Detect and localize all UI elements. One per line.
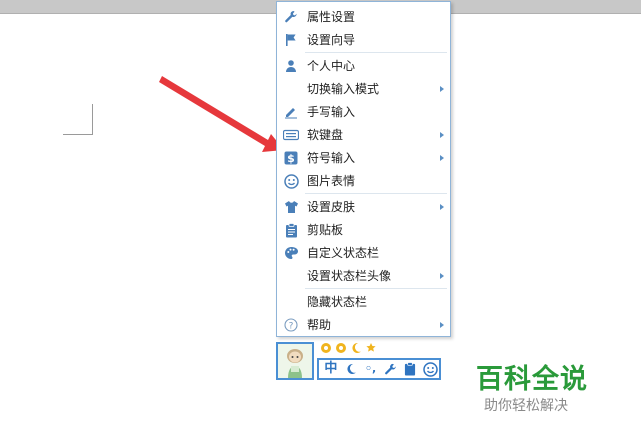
star-icon[interactable] xyxy=(365,342,377,354)
watermark-title: 百科全说 xyxy=(476,364,588,395)
submenu-arrow-icon xyxy=(440,273,444,279)
menu-item-label: 帮助 xyxy=(307,318,332,332)
svg-text:?: ? xyxy=(289,322,294,332)
menu-item-custom-status-bar[interactable]: 自定义状态栏 xyxy=(277,242,450,264)
menu-item-label: 符号输入 xyxy=(307,151,356,165)
half-full-width-toggle[interactable] xyxy=(342,360,360,378)
emoji-button[interactable] xyxy=(421,360,439,378)
moon-icon xyxy=(347,363,356,374)
watermark-logo: 百科全说 助你轻松解决 xyxy=(474,357,614,423)
menu-item-help[interactable]: ? 帮助 xyxy=(277,314,450,336)
menu-item-picture-emoji[interactable]: 图片表情 xyxy=(277,170,450,192)
menu-item-symbol-input[interactable]: $ 符号输入 xyxy=(277,147,450,169)
watermark-subtitle: 助你轻松解决 xyxy=(484,398,568,414)
menu-separator xyxy=(305,193,447,194)
menu-item-status-bar-avatar[interactable]: 设置状态栏头像 xyxy=(277,265,450,287)
clipboard-button[interactable] xyxy=(401,360,419,378)
menu-item-setup-wizard[interactable]: 设置向导 xyxy=(277,29,450,51)
pencil-icon xyxy=(283,104,299,120)
flag-icon xyxy=(283,32,299,48)
punctuation-toggle[interactable]: ◦, xyxy=(362,360,380,378)
menu-separator xyxy=(305,52,447,53)
menu-item-set-skin[interactable]: 设置皮肤 xyxy=(277,196,450,218)
smiley-icon xyxy=(422,361,438,377)
menu-item-label: 设置状态栏头像 xyxy=(307,269,392,283)
help-icon: ? xyxy=(283,317,299,333)
submenu-arrow-icon xyxy=(440,322,444,328)
input-mode-label: 中 xyxy=(324,361,338,376)
menu-item-label: 图片表情 xyxy=(307,174,356,188)
menu-item-properties[interactable]: 属性设置 xyxy=(277,6,450,28)
palette-icon xyxy=(283,245,299,261)
menu-item-label: 个人中心 xyxy=(307,59,356,73)
menu-item-personal-center[interactable]: 个人中心 xyxy=(277,55,450,77)
menu-item-label: 软键盘 xyxy=(307,128,344,142)
submenu-arrow-icon xyxy=(440,86,444,92)
wrench-icon xyxy=(283,9,299,25)
settings-button[interactable] xyxy=(381,360,399,378)
menu-item-label: 设置皮肤 xyxy=(307,200,356,214)
menu-separator xyxy=(305,288,447,289)
menu-item-label: 手写输入 xyxy=(307,105,356,119)
dollar-icon: $ xyxy=(283,150,299,166)
status-bar-toolbar: 中 ◦, xyxy=(317,358,441,380)
keyboard-icon xyxy=(283,127,299,143)
ime-context-menu: 属性设置 设置向导 个人中心 切换输入模式 手写输入 软键盘 $ 符号输入 图片… xyxy=(276,1,451,337)
menu-item-label: 自定义状态栏 xyxy=(307,246,380,260)
person-icon xyxy=(283,58,299,74)
gear-flower-icon[interactable] xyxy=(335,342,347,354)
clipboard-icon xyxy=(405,362,416,376)
menu-item-label: 切换输入模式 xyxy=(307,82,380,96)
menu-item-label: 剪贴板 xyxy=(307,223,344,237)
menu-item-label: 设置向导 xyxy=(307,33,356,47)
wrench-icon xyxy=(384,363,396,374)
smiley-icon xyxy=(283,173,299,189)
status-bar-avatar[interactable] xyxy=(276,342,314,380)
menu-item-clipboard[interactable]: 剪贴板 xyxy=(277,219,450,241)
input-mode-toggle[interactable]: 中 xyxy=(322,360,340,378)
page-corner-mark xyxy=(63,104,93,135)
menu-item-label: 属性设置 xyxy=(307,10,356,24)
punctuation-label: ◦, xyxy=(364,362,377,375)
ime-status-bar: 中 ◦, xyxy=(276,340,444,384)
skin-indicator-row xyxy=(320,342,377,356)
gear-flower-icon[interactable] xyxy=(320,342,332,354)
shirt-icon xyxy=(283,199,299,215)
svg-text:$: $ xyxy=(287,152,295,165)
menu-item-label: 隐藏状态栏 xyxy=(307,295,368,309)
menu-item-handwriting[interactable]: 手写输入 xyxy=(277,101,450,123)
menu-item-hide-status-bar[interactable]: 隐藏状态栏 xyxy=(277,291,450,313)
menu-item-soft-keyboard[interactable]: 软键盘 xyxy=(277,124,450,146)
submenu-arrow-icon xyxy=(440,132,444,138)
submenu-arrow-icon xyxy=(440,204,444,210)
submenu-arrow-icon xyxy=(440,155,444,161)
menu-item-switch-input-mode[interactable]: 切换输入模式 xyxy=(277,78,450,100)
clipboard-icon xyxy=(283,222,299,238)
moon-icon[interactable] xyxy=(350,342,362,354)
